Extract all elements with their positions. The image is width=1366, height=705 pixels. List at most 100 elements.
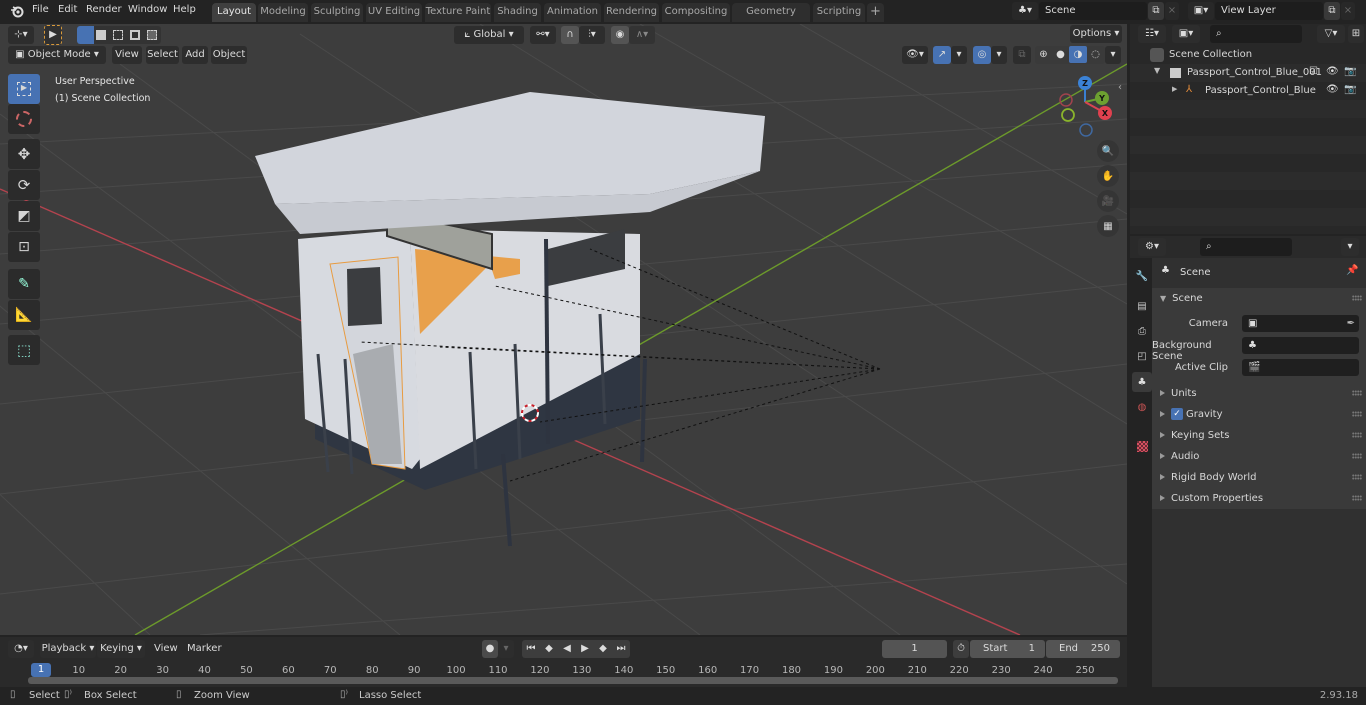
- auto-keying-toggle[interactable]: ●: [482, 640, 498, 658]
- delete-scene-button[interactable]: ×: [1165, 2, 1179, 20]
- eye-visibility-icon[interactable]: 👁: [1326, 66, 1339, 77]
- rendered-shading-icon[interactable]: ◌: [1087, 46, 1104, 63]
- panel-custom-properties[interactable]: Custom Properties: [1152, 488, 1366, 509]
- select-new-icon[interactable]: [77, 26, 94, 44]
- add-cube-tool[interactable]: ⬚: [8, 335, 40, 365]
- menu-file[interactable]: File: [32, 4, 49, 15]
- pin-icon[interactable]: 📌: [1346, 265, 1358, 276]
- camera-view-button[interactable]: 🎥: [1097, 190, 1119, 212]
- panel-gravity[interactable]: ✓ Gravity: [1152, 404, 1366, 425]
- delete-view-layer-button[interactable]: ×: [1341, 2, 1355, 20]
- material-preview-shading-icon[interactable]: ◑: [1069, 46, 1087, 63]
- menu-window[interactable]: Window: [128, 4, 167, 15]
- tab-view-layer[interactable]: ◰: [1132, 346, 1152, 366]
- menu-object[interactable]: Object: [211, 46, 247, 64]
- sidebar-expand-arrow-icon[interactable]: ‹: [1118, 82, 1122, 93]
- camera-field[interactable]: ▣ ✒: [1242, 315, 1359, 332]
- tab-output[interactable]: ⎙: [1132, 321, 1152, 341]
- tool-select-mode-button[interactable]: ▶: [44, 25, 62, 45]
- jump-to-start-icon[interactable]: ⏮: [522, 640, 540, 657]
- drag-grip-icon[interactable]: [1352, 474, 1362, 480]
- scale-tool[interactable]: ◩: [8, 201, 40, 231]
- tab-scripting[interactable]: Scripting: [813, 3, 865, 22]
- panel-keying-sets[interactable]: Keying Sets: [1152, 425, 1366, 446]
- outliner-row-collection[interactable]: ▼ Passport_Control_Blue_001 ☑ 👁 📷: [1130, 64, 1366, 82]
- snap-target-dropdown[interactable]: ⫶▾: [579, 26, 605, 44]
- solid-shading-icon[interactable]: ●: [1052, 46, 1069, 63]
- properties-search-input[interactable]: ⌕: [1200, 238, 1292, 256]
- eyedropper-icon[interactable]: ✒: [1347, 315, 1355, 332]
- background-scene-field[interactable]: ♣: [1242, 337, 1359, 354]
- editor-type-button[interactable]: ⊹▾: [8, 26, 34, 44]
- display-mode-dropdown[interactable]: ▣▾: [1172, 25, 1200, 43]
- outliner-row-object[interactable]: ▶ ⅄ Passport_Control_Blue 👁 📷: [1130, 82, 1366, 100]
- scene-selector-button[interactable]: ♣▾: [1012, 2, 1038, 20]
- proportional-falloff-dropdown[interactable]: ∧▾: [629, 26, 655, 44]
- active-clip-field[interactable]: 🎬: [1242, 359, 1359, 376]
- tab-rendering[interactable]: Rendering: [604, 3, 659, 22]
- new-view-layer-button[interactable]: ⧉: [1324, 2, 1340, 20]
- collapse-triangle-icon[interactable]: ▶: [1172, 85, 1177, 93]
- select-intersect-icon[interactable]: [147, 30, 157, 40]
- menu-view[interactable]: View: [112, 46, 142, 64]
- pan-view-button[interactable]: ✋: [1097, 165, 1119, 187]
- menu-render[interactable]: Render: [86, 4, 122, 15]
- tab-geometry-nodes[interactable]: Geometry Nodes: [732, 3, 810, 35]
- proportional-edit-toggle[interactable]: ◉: [611, 26, 629, 44]
- tab-shading[interactable]: Shading: [494, 3, 541, 22]
- tab-animation[interactable]: Animation: [544, 3, 601, 22]
- 3d-viewport[interactable]: Z Y X ⊹▾ ▶ ⟀ Global ▾ ⚯▾ ∩ ⫶▾ ◉ ∧▾ Optio…: [0, 24, 1127, 635]
- zoom-view-button[interactable]: 🔍: [1097, 140, 1119, 162]
- gravity-checkbox[interactable]: ✓: [1171, 408, 1183, 420]
- scene-name-field[interactable]: Scene: [1039, 2, 1147, 20]
- tab-texture[interactable]: [1132, 436, 1152, 456]
- new-scene-button[interactable]: ⧉: [1148, 2, 1164, 20]
- drag-grip-icon[interactable]: [1352, 432, 1362, 438]
- playback-dropdown[interactable]: Playback ▾: [40, 640, 96, 658]
- panel-audio[interactable]: Audio: [1152, 446, 1366, 467]
- expand-triangle-icon[interactable]: ▼: [1154, 66, 1160, 75]
- drag-grip-icon[interactable]: [1352, 495, 1362, 501]
- outliner-row-scene-collection[interactable]: Scene Collection: [1130, 46, 1366, 64]
- jump-to-end-icon[interactable]: ⏭: [612, 640, 630, 657]
- drag-grip-icon[interactable]: [1352, 295, 1362, 301]
- menu-edit[interactable]: Edit: [58, 4, 77, 15]
- view-layer-selector-button[interactable]: ▣▾: [1188, 2, 1214, 20]
- end-frame-field[interactable]: End 250: [1046, 640, 1120, 658]
- visibility-dropdown[interactable]: 👁▾: [902, 46, 928, 64]
- tab-layout[interactable]: Layout: [212, 3, 256, 22]
- panel-rigid-body-world[interactable]: Rigid Body World: [1152, 467, 1366, 488]
- exclude-checkbox-icon[interactable]: ☑: [1309, 66, 1318, 77]
- cursor-tool[interactable]: [8, 104, 40, 134]
- overlays-dropdown[interactable]: ▾: [991, 46, 1007, 64]
- timeline-editor-type-button[interactable]: ◔▾: [8, 640, 34, 658]
- select-extend-icon[interactable]: [96, 30, 106, 40]
- options-dropdown[interactable]: Options ▾: [1070, 25, 1122, 43]
- object-mode-dropdown[interactable]: ▣ Object Mode ▾: [8, 46, 106, 64]
- add-workspace-button[interactable]: +: [867, 3, 884, 22]
- overlays-toggle[interactable]: ◎: [973, 46, 991, 64]
- render-camera-icon[interactable]: 📷: [1344, 84, 1356, 95]
- shading-dropdown[interactable]: ▾: [1105, 46, 1121, 64]
- outliner-search-input[interactable]: ⌕: [1210, 25, 1302, 43]
- select-subtract-icon[interactable]: [113, 30, 123, 40]
- transform-tool[interactable]: ⊡: [8, 232, 40, 262]
- transform-orientation-dropdown[interactable]: ⟀ Global ▾: [454, 26, 524, 44]
- outliner-editor-type-button[interactable]: ☷▾: [1138, 25, 1166, 43]
- keying-dropdown[interactable]: Keying ▾: [97, 640, 145, 658]
- previous-keyframe-icon[interactable]: ◆: [540, 640, 558, 657]
- new-collection-button[interactable]: ⊞: [1348, 25, 1364, 43]
- use-preview-range-toggle[interactable]: ⏱: [953, 640, 969, 658]
- panel-scene-header[interactable]: ▼ Scene: [1152, 288, 1366, 309]
- tab-world[interactable]: ◍: [1132, 397, 1152, 417]
- xray-toggle[interactable]: ⧉: [1013, 46, 1031, 64]
- drag-grip-icon[interactable]: [1352, 390, 1362, 396]
- drag-grip-icon[interactable]: [1352, 453, 1362, 459]
- tab-render[interactable]: ▤: [1132, 296, 1152, 316]
- rotate-tool[interactable]: ⟳: [8, 170, 40, 200]
- render-camera-icon[interactable]: 📷: [1344, 66, 1356, 77]
- snap-toggle[interactable]: ∩: [561, 26, 579, 44]
- timeline-menu-marker[interactable]: Marker: [187, 643, 222, 654]
- panel-units[interactable]: Units: [1152, 383, 1366, 404]
- blender-logo-icon[interactable]: [10, 4, 24, 18]
